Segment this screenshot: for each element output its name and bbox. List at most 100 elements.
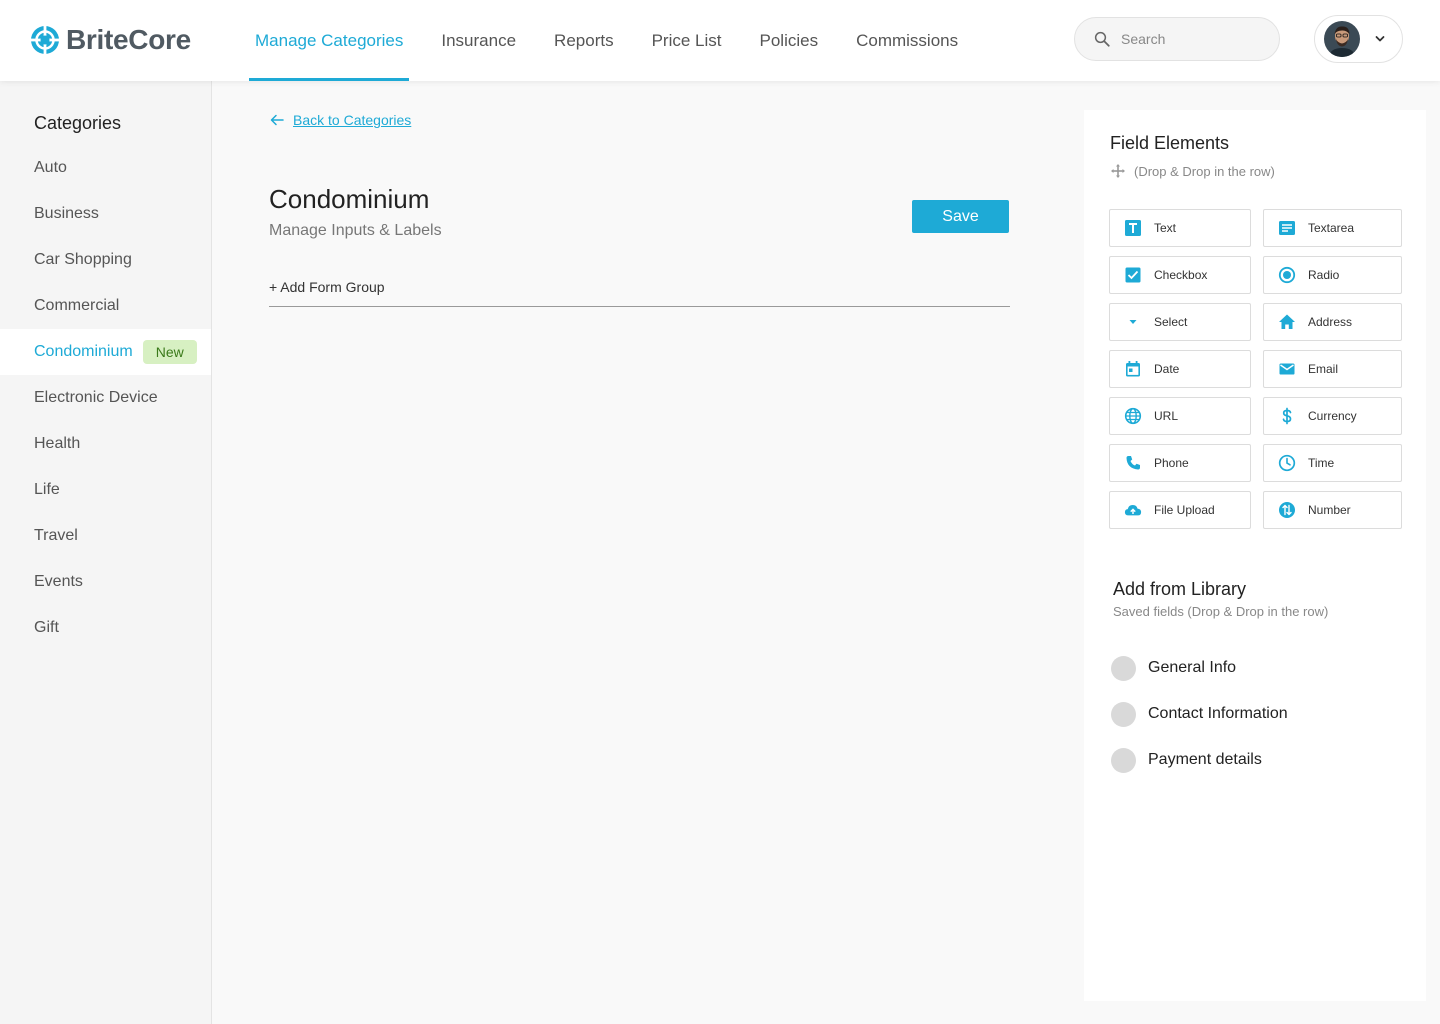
nav-policies[interactable]: Policies: [754, 0, 825, 81]
dollar-icon: [1282, 407, 1292, 425]
main-nav: Manage Categories Insurance Reports Pric…: [249, 0, 990, 81]
library-hint: Saved fields (Drop & Drop in the row): [1113, 604, 1329, 619]
sidebar-item-travel[interactable]: Travel: [0, 513, 211, 559]
field-textarea[interactable]: Textarea: [1263, 209, 1402, 247]
panel-hint: (Drop & Drop in the row): [1110, 163, 1275, 179]
field-select[interactable]: Select: [1109, 303, 1251, 341]
nav-reports[interactable]: Reports: [548, 0, 620, 81]
field-label: Address: [1308, 315, 1353, 329]
library-item-payment-details[interactable]: Payment details: [1111, 747, 1288, 773]
sidebar-item-health[interactable]: Health: [0, 421, 211, 467]
sidebar-item-label: Gift: [34, 619, 59, 636]
nav-commissions[interactable]: Commissions: [850, 0, 964, 81]
sidebar-item-label: Car Shopping: [34, 251, 132, 268]
chevron-down-icon: [1375, 36, 1385, 42]
move-icon: [1111, 164, 1125, 178]
sidebar-item-business[interactable]: Business: [0, 191, 211, 237]
category-list: Auto Business Car Shopping Commercial Co…: [0, 145, 211, 651]
sidebar-item-condominium[interactable]: Condominium New: [0, 329, 211, 375]
sidebar-item-label: Auto: [34, 159, 67, 176]
field-elements-grid: Text Textarea Checkbox Radio Select Addr…: [1109, 209, 1402, 529]
checkbox-icon: [1125, 267, 1141, 283]
field-label: Text: [1154, 221, 1177, 235]
sidebar-item-label: Condominium: [34, 343, 133, 360]
field-file-upload[interactable]: File Upload: [1109, 491, 1251, 529]
field-label: Textarea: [1308, 221, 1355, 235]
field-elements-panel: Field Elements (Drop & Drop in the row) …: [1084, 110, 1426, 1001]
save-button[interactable]: Save: [912, 200, 1009, 233]
sidebar-item-label: Life: [34, 481, 60, 498]
page-subtitle: Manage Inputs & Labels: [269, 222, 442, 239]
field-email[interactable]: Email: [1263, 350, 1402, 388]
nav-price-list[interactable]: Price List: [646, 0, 728, 81]
globe-icon: [1124, 407, 1142, 425]
field-label: Date: [1154, 362, 1180, 376]
sidebar-item-label: Business: [34, 205, 99, 222]
library-item-dot-icon: [1111, 747, 1136, 773]
field-label: Select: [1154, 315, 1188, 329]
nav-insurance[interactable]: Insurance: [435, 0, 522, 81]
library-item-general-info[interactable]: General Info: [1111, 655, 1288, 681]
britecore-logo[interactable]: BriteCore: [30, 24, 191, 56]
library-title: Add from Library: [1113, 579, 1247, 599]
clock-icon: [1278, 454, 1296, 472]
field-time[interactable]: Time: [1263, 444, 1402, 482]
calendar-icon: [1126, 361, 1140, 377]
number-icon: [1279, 502, 1295, 518]
field-phone[interactable]: Phone: [1109, 444, 1251, 482]
text-icon: [1125, 220, 1141, 236]
page-title: Condominium: [269, 184, 430, 214]
sidebar-item-events[interactable]: Events: [0, 559, 211, 605]
field-label: Time: [1308, 456, 1335, 470]
arrow-left-icon: [270, 114, 284, 126]
mail-icon: [1279, 363, 1295, 375]
back-link-label: Back to Categories: [293, 112, 412, 128]
field-radio[interactable]: Radio: [1263, 256, 1402, 294]
field-currency[interactable]: Currency: [1263, 397, 1402, 435]
field-label: Phone: [1154, 456, 1189, 470]
phone-icon: [1126, 456, 1140, 470]
sidebar-item-car-shopping[interactable]: Car Shopping: [0, 237, 211, 283]
nav-manage-categories[interactable]: Manage Categories: [249, 0, 410, 81]
sidebar-item-commercial[interactable]: Commercial: [0, 283, 211, 329]
avatar: [1324, 21, 1360, 57]
field-text[interactable]: Text: [1109, 209, 1251, 247]
field-address[interactable]: Address: [1263, 303, 1402, 341]
brand-name: BriteCore: [66, 24, 191, 55]
library-list: General Info Contact Information Payment…: [1111, 655, 1288, 793]
library-item-label: General Info: [1148, 659, 1237, 676]
field-label: Checkbox: [1154, 268, 1208, 282]
logo-mark-icon: [31, 26, 59, 54]
user-menu[interactable]: [1314, 15, 1403, 63]
sidebar-item-label: Travel: [34, 527, 78, 544]
field-label: Radio: [1308, 268, 1340, 282]
field-url[interactable]: URL: [1109, 397, 1251, 435]
library-item-contact-information[interactable]: Contact Information: [1111, 701, 1288, 727]
panel-hint-text: (Drop & Drop in the row): [1134, 163, 1275, 179]
search-box[interactable]: [1074, 17, 1280, 61]
sidebar-title: Categories: [34, 113, 122, 133]
sidebar-item-gift[interactable]: Gift: [0, 605, 211, 651]
add-form-group-button[interactable]: + Add Form Group: [269, 279, 385, 295]
field-label: Number: [1308, 503, 1351, 517]
field-label: File Upload: [1154, 503, 1215, 517]
search-input[interactable]: [1121, 31, 1261, 47]
select-icon: [1129, 320, 1137, 324]
field-date[interactable]: Date: [1109, 350, 1251, 388]
field-label: URL: [1154, 409, 1179, 423]
sidebar-item-label: Events: [34, 573, 83, 590]
sidebar-item-auto[interactable]: Auto: [0, 145, 211, 191]
sidebar-item-label: Commercial: [34, 297, 120, 314]
category-sidebar: Categories Auto Business Car Shopping Co…: [0, 81, 212, 1024]
field-label: Email: [1308, 362, 1339, 376]
form-group-divider: [269, 306, 1010, 307]
new-badge: New: [142, 340, 197, 364]
sidebar-item-life[interactable]: Life: [0, 467, 211, 513]
field-checkbox[interactable]: Checkbox: [1109, 256, 1251, 294]
sidebar-item-electronic-device[interactable]: Electronic Device: [0, 375, 211, 421]
field-label: Currency: [1308, 409, 1357, 423]
library-item-dot-icon: [1111, 701, 1136, 727]
library-item-dot-icon: [1111, 655, 1136, 681]
back-to-categories-link[interactable]: Back to Categories: [269, 112, 411, 128]
field-number[interactable]: Number: [1263, 491, 1402, 529]
